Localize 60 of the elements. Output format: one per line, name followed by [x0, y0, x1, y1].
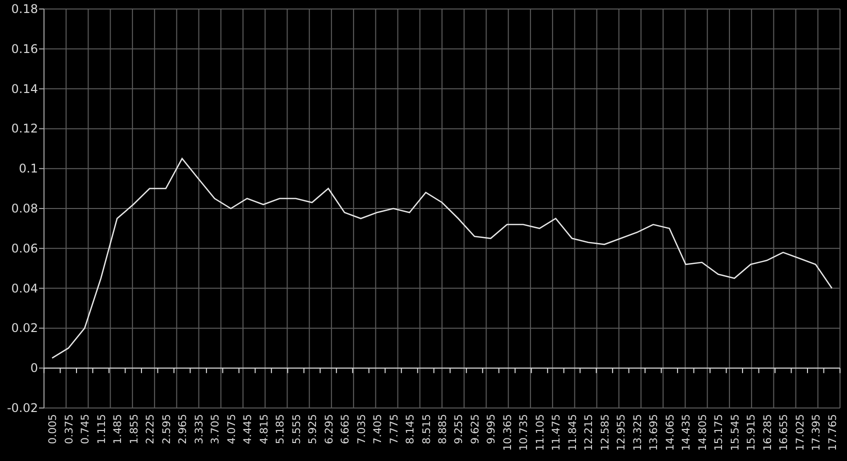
x-tick-label: 2.595	[160, 414, 173, 444]
y-tick-label: 0.08	[11, 202, 38, 216]
y-tick-label: 0.1	[18, 162, 38, 176]
x-tick-label: 13.325	[632, 414, 644, 451]
x-tick-label: 8.885	[437, 414, 449, 444]
x-tick-label: 6.665	[340, 414, 352, 444]
y-tick-label: 0.16	[11, 42, 38, 56]
x-tick-label: 1.115	[96, 414, 108, 444]
x-tick-label: 16.655	[778, 414, 790, 451]
x-tick-label: 8.145	[404, 414, 416, 444]
x-tick-label: 10.735	[518, 414, 530, 451]
y-tick-label: 0.04	[11, 281, 38, 296]
x-tick-label: 0.745	[80, 414, 92, 444]
x-tick-label: 15.545	[729, 414, 742, 451]
x-tick-label: 11.845	[566, 414, 579, 451]
x-tick-label: 6.295	[323, 414, 336, 444]
x-tick-label: 7.405	[372, 414, 384, 444]
x-tick-label: 9.625	[470, 414, 482, 444]
x-tick-label: 9.255	[453, 414, 466, 444]
x-tick-label: 8.515	[420, 414, 433, 444]
x-tick-label: 14.435	[680, 414, 693, 451]
y-tick-label: 0.14	[11, 82, 38, 96]
x-tick-label: 14.065	[664, 414, 676, 451]
x-tick-label: 14.805	[696, 414, 709, 451]
x-tick-label: 3.705	[210, 414, 222, 444]
x-tick-label: 1.485	[112, 414, 124, 444]
x-tick-label: 5.925	[307, 414, 320, 444]
x-tick-label: 10.365	[502, 414, 514, 451]
x-tick-label: 15.915	[746, 414, 758, 451]
x-tick-label: 17.025	[794, 414, 806, 451]
y-tick-label: 0.02	[11, 321, 38, 336]
y-tick-label: 0.06	[11, 241, 38, 256]
x-tick-label: 2.225	[144, 414, 157, 444]
x-tick-label: 1.855	[128, 414, 140, 444]
x-tick-label: 7.035	[356, 414, 368, 444]
y-tick-label: 0.18	[11, 2, 38, 16]
x-tick-label: 4.815	[258, 414, 270, 444]
x-tick-label: 11.475	[550, 414, 563, 451]
x-tick-label: 0.005	[47, 414, 60, 444]
x-tick-label: 12.215	[583, 414, 596, 451]
x-tick-label: 16.285	[762, 414, 774, 451]
y-tick-label: 0	[30, 361, 38, 376]
x-tick-label: 13.695	[648, 414, 660, 451]
x-tick-label: 0.375	[63, 414, 76, 444]
x-tick-label: 5.555	[290, 414, 303, 444]
x-tick-label: 3.335	[193, 414, 206, 444]
x-tick-label: 7.775	[388, 414, 400, 444]
y-tick-label: -0.02	[6, 401, 38, 415]
y-tick-label: 0.12	[11, 122, 38, 136]
x-tick-label: 15.175	[713, 414, 726, 451]
x-tick-label: 11.105	[534, 414, 546, 451]
x-tick-label: 9.995	[486, 414, 498, 444]
x-tick-label: 5.185	[274, 414, 287, 444]
x-tick-label: 4.445	[242, 414, 254, 444]
x-tick-label: 4.075	[226, 414, 238, 444]
x-tick-label: 2.965	[177, 414, 190, 444]
x-tick-label: 12.585	[599, 414, 612, 451]
x-tick-label: 17.765	[826, 414, 839, 451]
x-tick-label: 17.395	[810, 414, 823, 451]
x-tick-label: 12.955	[616, 414, 628, 451]
